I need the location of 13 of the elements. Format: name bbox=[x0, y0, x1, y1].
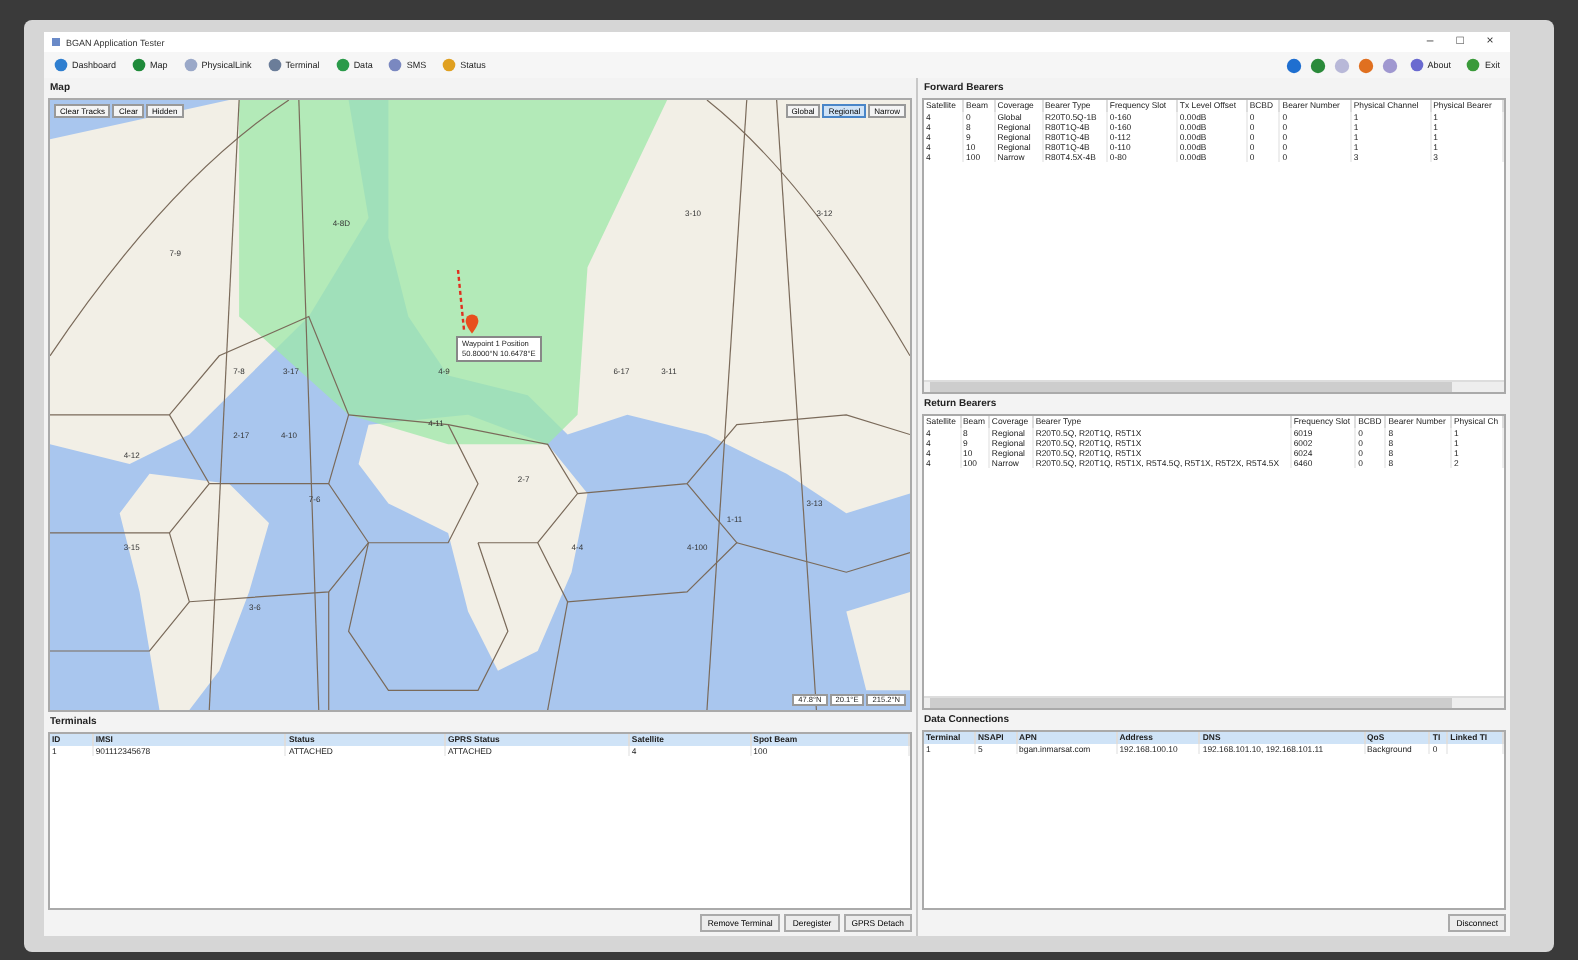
horizontal-scrollbar[interactable] bbox=[924, 696, 1504, 708]
toolbar-icon bbox=[267, 58, 282, 72]
toolbar-icon bbox=[335, 58, 350, 72]
map-pin-icon bbox=[464, 314, 480, 334]
toolbar-icon bbox=[54, 58, 68, 72]
toolbar-icon bbox=[183, 58, 198, 72]
app-icon bbox=[52, 38, 60, 46]
toolbar-icon bbox=[442, 58, 457, 72]
horizontal-scrollbar[interactable] bbox=[924, 380, 1504, 392]
toolbar-icon bbox=[388, 58, 403, 72]
track-line bbox=[456, 270, 468, 334]
toolbar-icon bbox=[132, 58, 147, 72]
toolbar-icon bbox=[1466, 58, 1481, 72]
